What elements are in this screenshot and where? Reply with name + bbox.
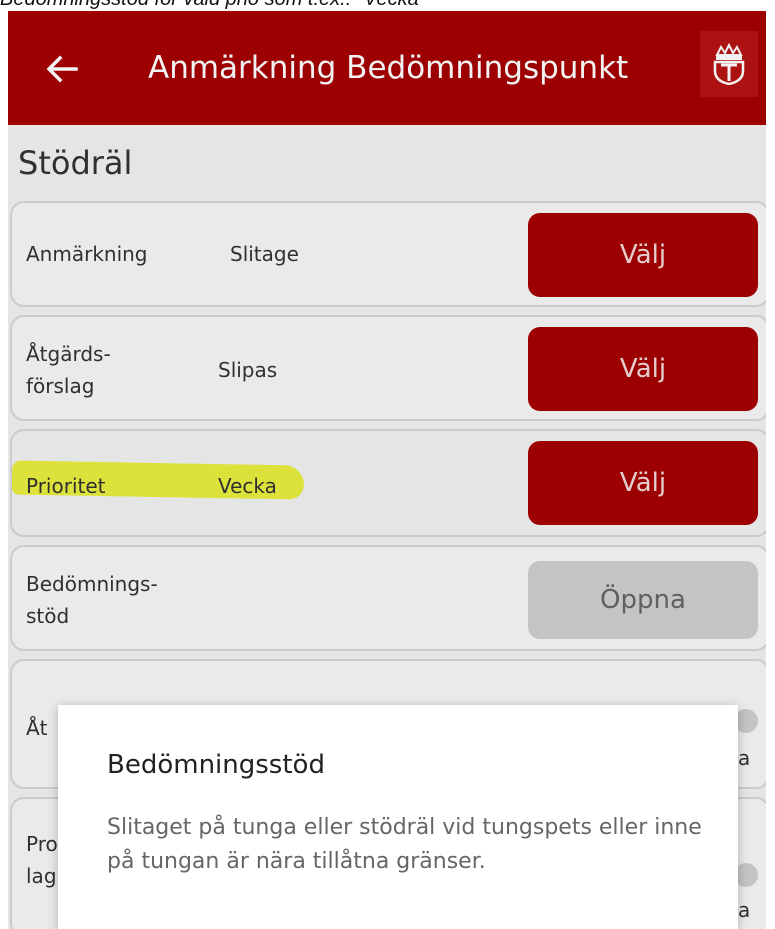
info-dialog: Bedömningsstöd Slitaget på tunga eller s… (58, 705, 738, 929)
dialog-body: Slitaget på tunga eller stödräl vid tung… (107, 815, 702, 874)
app-screen: Anmärkning Bedömningspunkt Stödräl Anmär… (8, 11, 766, 929)
dialog-title: Bedömningsstöd (107, 750, 325, 780)
caption-text: Bedömningsstöd för vald prio som t.ex.: … (0, 0, 775, 10)
